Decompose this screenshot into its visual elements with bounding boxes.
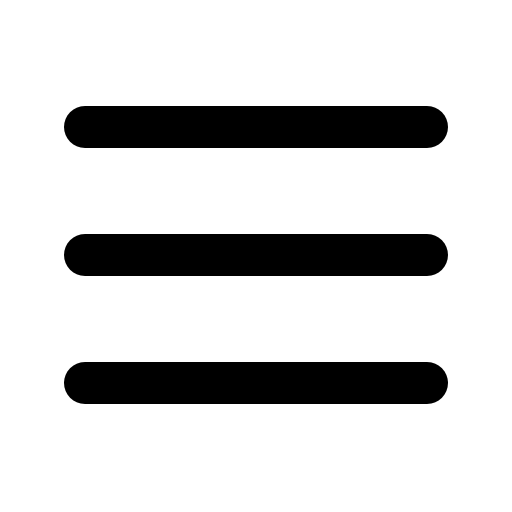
menu-bar-bottom <box>64 362 448 404</box>
icon-canvas <box>0 0 512 512</box>
menu-bar-middle <box>64 234 448 276</box>
hamburger-menu-icon <box>64 106 448 404</box>
menu-bar-top <box>64 106 448 148</box>
menu-button[interactable] <box>0 0 512 512</box>
